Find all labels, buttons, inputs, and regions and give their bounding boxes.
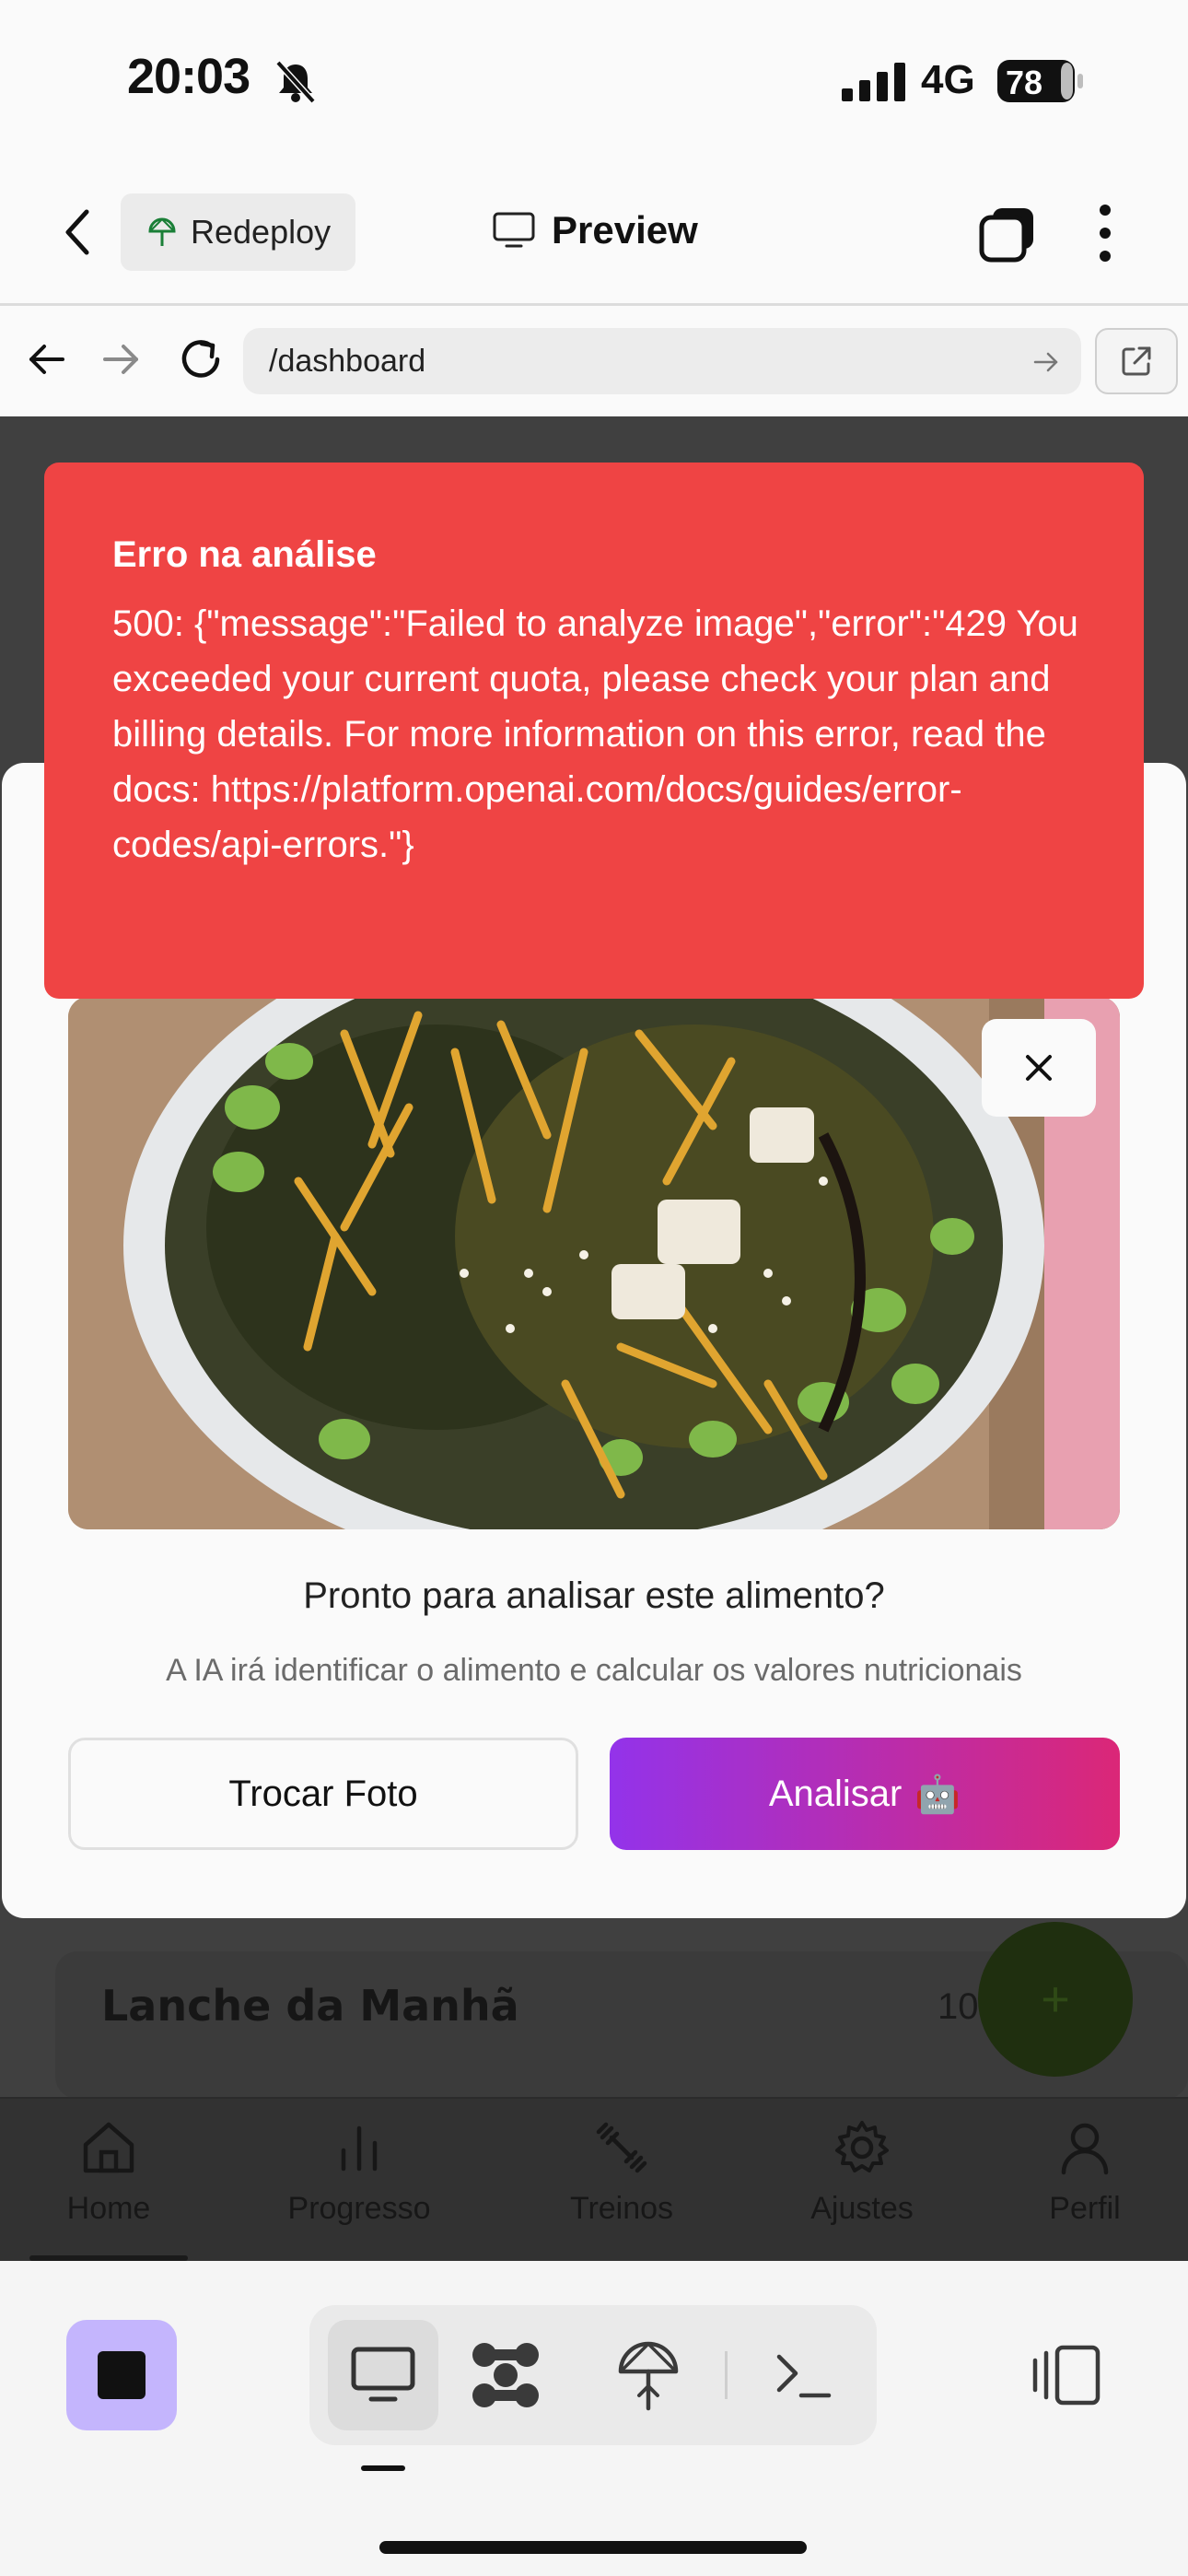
meal-title: Lanche da Manhã	[101, 1981, 519, 2031]
deploy-icon	[148, 217, 176, 246]
arrow-right-icon[interactable]	[101, 339, 142, 380]
preview-title: Preview	[493, 208, 698, 252]
url-field[interactable]: /dashboard	[243, 328, 1081, 394]
nav-label-treinos: Treinos	[569, 2191, 674, 2226]
nav-item-treinos[interactable]: Treinos	[520, 2115, 723, 2254]
home-indicator	[379, 2541, 807, 2554]
monitor-icon	[493, 212, 535, 248]
nav-item-progresso[interactable]: Progresso	[258, 2115, 460, 2254]
more-options-icon[interactable]	[1092, 203, 1118, 263]
nav-label-progresso: Progresso	[287, 2191, 431, 2226]
change-photo-label: Trocar Foto	[228, 1773, 418, 1814]
back-chevron-icon[interactable]	[59, 205, 96, 260]
plus-icon: +	[1041, 1972, 1070, 2027]
desktop-mode-button[interactable]	[328, 2320, 438, 2430]
open-external-button[interactable]	[1095, 328, 1178, 394]
bar-chart-icon	[341, 2125, 378, 2172]
error-toast[interactable]: Erro na análise 500: {"message":"Failed …	[44, 463, 1144, 999]
tabs-icon[interactable]	[978, 205, 1037, 263]
nav-item-home[interactable]: Home	[7, 2115, 210, 2254]
reload-icon[interactable]	[177, 335, 225, 383]
modal-question: Pronto para analisar este alimento?	[303, 1575, 885, 1616]
monitor-icon	[351, 2347, 415, 2402]
add-meal-button[interactable]: +	[978, 1922, 1133, 2077]
nav-label-home: Home	[66, 2191, 151, 2226]
analyze-button[interactable]: Analisar 🤖	[610, 1738, 1120, 1850]
robot-icon: 🤖	[914, 1774, 961, 1815]
nav-label-perfil: Perfil	[1049, 2191, 1121, 2226]
arrow-left-icon[interactable]	[26, 339, 66, 380]
go-arrow-icon[interactable]	[1031, 347, 1061, 377]
bell-muted-icon	[275, 60, 316, 104]
redeploy-label: Redeploy	[191, 213, 332, 251]
mode-active-indicator	[361, 2465, 405, 2471]
stop-icon	[98, 2351, 146, 2399]
gear-icon	[835, 2121, 889, 2172]
close-icon	[1026, 1055, 1052, 1081]
network-type: 4G	[921, 57, 975, 102]
home-icon	[83, 2122, 134, 2173]
nav-label-ajustes: Ajustes	[810, 2191, 914, 2226]
status-time: 20:03	[127, 49, 250, 104]
error-message: 500: {"message":"Failed to analyze image…	[112, 603, 1078, 865]
remove-photo-button[interactable]	[982, 1019, 1096, 1117]
analyze-label: Analisar	[768, 1773, 903, 1814]
signal-icon	[842, 63, 905, 101]
nav-item-perfil[interactable]: Perfil	[984, 2115, 1186, 2254]
food-bowl-image	[68, 997, 1120, 1529]
stop-button[interactable]	[66, 2320, 177, 2430]
battery-icon: 78	[996, 59, 1085, 103]
user-icon	[1061, 2123, 1109, 2175]
food-photo	[68, 997, 1120, 1529]
terminal-icon[interactable]	[774, 2348, 833, 2403]
network-icon[interactable]	[470, 2340, 542, 2410]
nav-item-ajustes[interactable]: Ajustes	[761, 2115, 963, 2254]
external-link-icon	[1122, 346, 1151, 376]
change-photo-button[interactable]: Trocar Foto	[68, 1738, 578, 1850]
preview-label: Preview	[552, 208, 698, 252]
error-title: Erro na análise	[112, 534, 377, 575]
dumbbell-icon	[596, 2122, 647, 2173]
split-view-icon[interactable]	[1030, 2344, 1101, 2406]
toolbar-divider	[725, 2351, 728, 2399]
redeploy-button[interactable]: Redeploy	[121, 193, 355, 271]
modal-hint: A IA irá identificar o alimento e calcul…	[166, 1653, 1022, 1688]
battery-level: 78	[1006, 64, 1043, 101]
deploy-icon[interactable]	[615, 2338, 681, 2412]
